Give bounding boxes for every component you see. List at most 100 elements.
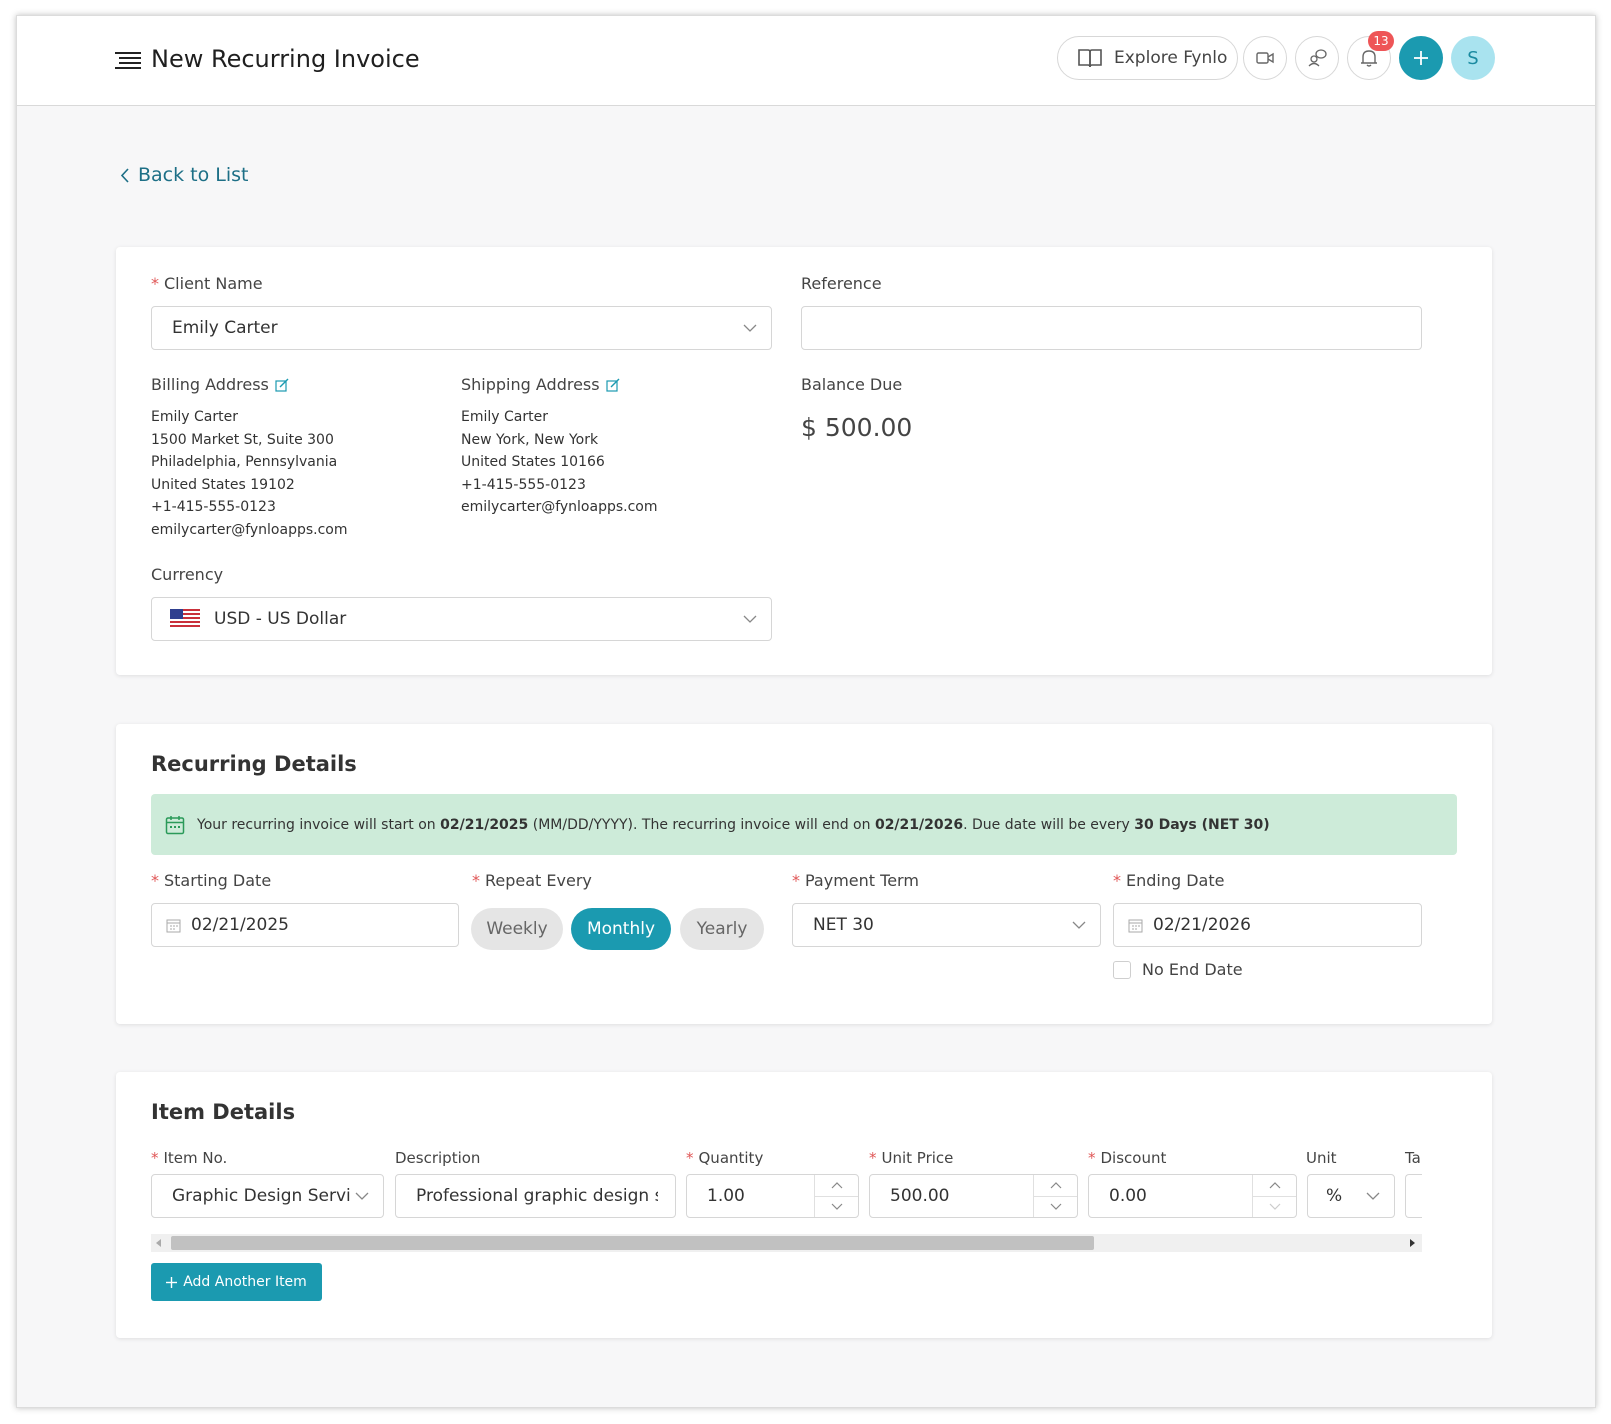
billing-line: Emily Carter	[151, 409, 238, 425]
shipping-line: New York, New York	[461, 431, 599, 448]
chevron-down-icon	[1072, 921, 1086, 929]
horizontal-scrollbar[interactable]	[151, 1234, 1422, 1252]
unit-price-header: * Unit Price	[869, 1149, 954, 1167]
description-header: Description	[395, 1149, 481, 1167]
shipping-line: United States 10166	[461, 454, 605, 470]
repeat-weekly-option[interactable]: Weekly	[471, 908, 563, 950]
chevron-down-icon	[355, 1192, 369, 1200]
top-bar: New Recurring Invoice Explore Fynlo 13 S	[17, 16, 1595, 106]
calendar-icon	[165, 815, 185, 834]
recurring-details-card: Recurring Details Your recurring invoice…	[116, 724, 1492, 1024]
video-button[interactable]	[1243, 36, 1287, 80]
avatar-initial: S	[1467, 47, 1479, 69]
edit-icon[interactable]	[275, 378, 289, 392]
chevron-up-icon	[831, 1182, 842, 1189]
starting-date-value: 02/21/2025	[191, 915, 289, 935]
chevron-down-icon	[743, 324, 757, 332]
quantity-value: 1.00	[707, 1186, 745, 1206]
discount-stepper[interactable]	[1252, 1175, 1296, 1217]
client-name-value: Emily Carter	[172, 318, 278, 338]
menu-icon[interactable]	[115, 51, 141, 69]
unit-price-input[interactable]: 500.00	[869, 1174, 1078, 1218]
explore-button[interactable]: Explore Fynlo	[1057, 36, 1238, 80]
billing-line: 1500 Market St, Suite 300	[151, 431, 334, 448]
avatar[interactable]: S	[1451, 36, 1495, 80]
discount-input[interactable]: 0.00	[1088, 1174, 1297, 1218]
billing-address: Emily Carter 1500 Market St, Suite 300 P…	[151, 406, 348, 541]
discount-value: 0.00	[1109, 1186, 1147, 1206]
increment-button[interactable]	[1034, 1175, 1077, 1197]
support-icon	[1308, 49, 1327, 67]
chevron-down-icon	[1269, 1203, 1280, 1210]
chevron-up-icon	[1050, 1182, 1061, 1189]
balance-due-value: $ 500.00	[801, 413, 913, 442]
recurring-notice: Your recurring invoice will start on 02/…	[151, 794, 1457, 855]
unit-value: %	[1326, 1186, 1343, 1206]
starting-date-input[interactable]: 02/21/2025	[151, 903, 459, 947]
reference-label: Reference	[801, 274, 882, 293]
unit-price-stepper[interactable]	[1033, 1175, 1077, 1217]
billing-line: United States 19102	[151, 476, 295, 493]
arrow-left-icon[interactable]	[156, 1239, 162, 1247]
no-end-date-label[interactable]: No End Date	[1142, 960, 1243, 979]
payment-term-label: * Payment Term	[792, 871, 919, 890]
back-label: Back to List	[138, 164, 249, 186]
add-another-item-button[interactable]: Add Another Item	[151, 1263, 322, 1301]
add-item-label: Add Another Item	[183, 1274, 307, 1290]
shipping-line: +1-415-555-0123	[461, 476, 586, 493]
item-no-header: * Item No.	[151, 1149, 228, 1167]
reference-input[interactable]	[801, 306, 1422, 350]
chevron-down-icon	[743, 615, 757, 623]
quantity-stepper[interactable]	[814, 1175, 858, 1217]
currency-value: USD - US Dollar	[214, 609, 347, 629]
ending-date-input[interactable]: 02/21/2026	[1113, 903, 1422, 947]
chevron-down-icon	[1050, 1203, 1061, 1210]
plus-icon	[166, 1276, 178, 1288]
currency-select[interactable]: USD - US Dollar	[151, 597, 772, 641]
increment-button[interactable]	[1253, 1175, 1296, 1197]
calendar-icon	[1128, 919, 1143, 932]
item-details-title: Item Details	[151, 1100, 296, 1124]
repeat-yearly-option[interactable]: Yearly	[680, 908, 764, 950]
unit-select[interactable]: %	[1307, 1174, 1395, 1218]
client-name-label: * Client Name	[151, 274, 263, 293]
description-value: Professional graphic design services	[416, 1186, 658, 1206]
ending-date-label: * Ending Date	[1113, 871, 1225, 890]
notice-text: Your recurring invoice will start on 02/…	[197, 816, 1270, 833]
quantity-input[interactable]: 1.00	[686, 1174, 859, 1218]
description-input[interactable]: Professional graphic design services	[395, 1174, 676, 1218]
client-name-select[interactable]: Emily Carter	[151, 306, 772, 350]
decrement-button[interactable]	[1034, 1197, 1077, 1218]
tax-header: Ta	[1405, 1149, 1421, 1167]
support-button[interactable]	[1295, 36, 1339, 80]
notification-badge: 13	[1368, 31, 1394, 51]
shipping-address-label: Shipping Address	[461, 375, 620, 394]
no-end-date-checkbox[interactable]	[1113, 961, 1131, 979]
chevron-down-icon	[831, 1203, 842, 1210]
repeat-monthly-option[interactable]: Monthly	[571, 908, 671, 950]
recurring-details-title: Recurring Details	[151, 752, 357, 776]
back-to-list-link[interactable]: Back to List	[121, 164, 249, 186]
decrement-button[interactable]	[815, 1197, 858, 1218]
increment-button[interactable]	[815, 1175, 858, 1197]
balance-due-label: Balance Due	[801, 375, 903, 394]
chevron-down-icon	[1366, 1192, 1380, 1200]
edit-icon[interactable]	[606, 378, 620, 392]
payment-term-select[interactable]: NET 30	[792, 903, 1101, 947]
client-card: * Client Name Emily Carter Reference Bill…	[116, 247, 1492, 675]
plus-icon	[1414, 51, 1428, 65]
item-no-select[interactable]: Graphic Design Services	[151, 1174, 384, 1218]
item-details-card: Item Details * Item No. Description * Quan…	[116, 1072, 1492, 1338]
video-icon	[1256, 52, 1274, 64]
decrement-button[interactable]	[1253, 1197, 1296, 1218]
shipping-line: emilycarter@fynloapps.com	[461, 499, 658, 515]
scrollbar-thumb[interactable]	[171, 1236, 1094, 1250]
unit-price-value: 500.00	[890, 1186, 950, 1206]
tax-input[interactable]	[1405, 1174, 1422, 1218]
app-window: New Recurring Invoice Explore Fynlo 13 S…	[16, 15, 1596, 1408]
shipping-address: Emily Carter New York, New York United S…	[461, 406, 658, 519]
add-new-button[interactable]	[1399, 36, 1443, 80]
billing-line: Philadelphia, Pennsylvania	[151, 454, 338, 470]
discount-header: * Discount	[1088, 1149, 1167, 1167]
arrow-right-icon[interactable]	[1410, 1239, 1416, 1247]
